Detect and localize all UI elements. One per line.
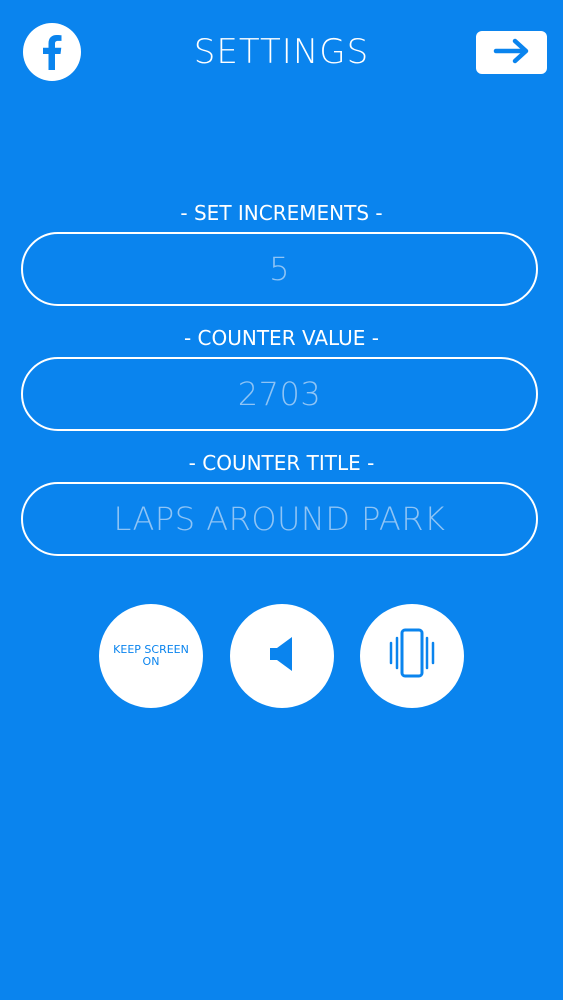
counter-value-label: - COUNTER VALUE - (183, 326, 380, 350)
vibrate-phone-icon (387, 626, 437, 686)
increments-label: - SET INCREMENTS - (180, 201, 383, 225)
arrow-right-icon (493, 38, 531, 68)
sound-toggle-button[interactable] (230, 604, 334, 708)
vibrate-toggle-button[interactable] (360, 604, 464, 708)
keep-screen-on-label: KEEP SCREEN ON (113, 643, 189, 668)
counter-value-field[interactable]: 2703 (21, 357, 538, 431)
speaker-icon (267, 634, 297, 678)
counter-title-field[interactable]: LAPS AROUND PARK (21, 482, 538, 556)
counter-title-label: - COUNTER TITLE - (188, 451, 375, 475)
next-button[interactable] (476, 31, 547, 74)
increments-field[interactable]: 5 (21, 232, 538, 306)
counter-value-value: 2703 (237, 375, 322, 413)
keep-screen-on-button[interactable]: KEEP SCREEN ON (99, 604, 203, 708)
increments-value: 5 (269, 250, 290, 288)
counter-title-value: LAPS AROUND PARK (113, 500, 446, 538)
